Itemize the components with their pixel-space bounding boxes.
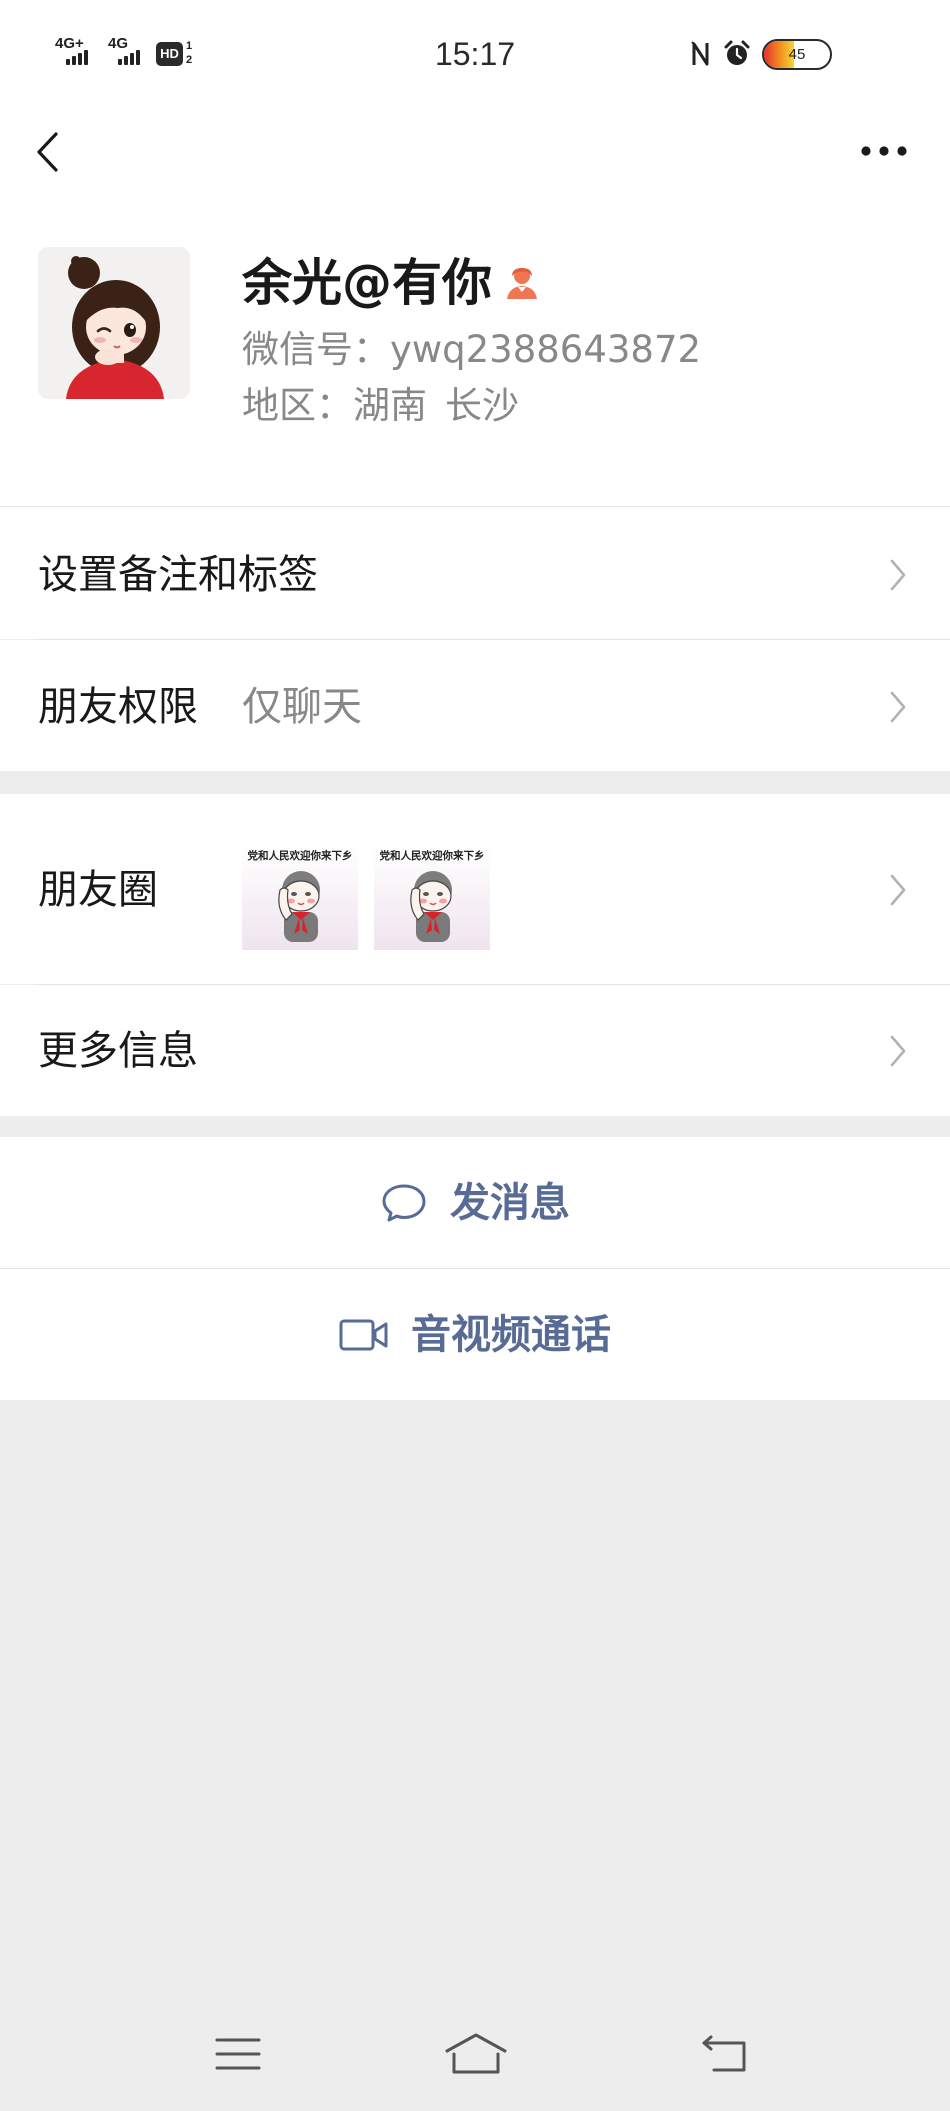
moments-thumbnail[interactable]: 党和人民欢迎你来下乡 (374, 846, 490, 950)
moments-label: 朋友圈 (38, 867, 158, 913)
remark-tags-label: 设置备注和标签 (38, 552, 318, 598)
more-dots-icon[interactable] (858, 144, 910, 158)
sticker-image: 党和人民欢迎你来下乡 (242, 846, 358, 950)
chevron-right-icon (890, 559, 906, 591)
region-province: 湖南 (353, 384, 427, 427)
status-bar: 4G+ 4G HD 1 2 15:17 45 (0, 0, 950, 108)
battery-indicator: 45 (762, 39, 832, 70)
wechat-id-label: 微信号： (242, 328, 390, 371)
chevron-right-icon (890, 874, 906, 906)
home-icon[interactable] (444, 2032, 508, 2076)
sticker-image: 党和人民欢迎你来下乡 (374, 846, 490, 950)
thumbnail-caption: 党和人民欢迎你来下乡 (380, 849, 485, 862)
wechat-id-value: ywq2388643872 (390, 328, 702, 371)
send-message-button[interactable]: 发消息 (0, 1137, 950, 1268)
region-line: 地区：湖南 长沙 (242, 383, 519, 429)
more-info-label: 更多信息 (38, 1028, 198, 1074)
region-label: 地区： (242, 384, 353, 427)
return-icon[interactable] (700, 2034, 750, 2074)
friend-permission-value: 仅聊天 (242, 684, 362, 730)
moments-row[interactable]: 朋友圈 党和人民欢迎你来下乡 党和人民欢迎你来下乡 (0, 794, 950, 984)
profile-header-area: 4G+ 4G HD 1 2 15:17 45 余光@有你 微信号：ywq2388… (0, 0, 950, 506)
nfc-icon (691, 41, 709, 66)
thumbnail-caption: 党和人民欢迎你来下乡 (248, 849, 353, 862)
chat-bubble-icon (382, 1184, 426, 1221)
friend-permission-label: 朋友权限 (38, 684, 198, 730)
video-call-label: 音视频通话 (411, 1311, 611, 1358)
chevron-right-icon (890, 691, 906, 723)
menu-icon[interactable] (214, 2036, 262, 2072)
remark-tags-row[interactable]: 设置备注和标签 (0, 507, 950, 639)
avatar[interactable] (38, 247, 190, 399)
alarm-clock-icon (724, 40, 750, 65)
name-line: 余光@有你 (242, 252, 540, 314)
chevron-left-icon[interactable] (34, 131, 60, 173)
moments-thumbnail[interactable]: 党和人民欢迎你来下乡 (242, 846, 358, 950)
more-info-row[interactable]: 更多信息 (0, 985, 950, 1116)
send-message-label: 发消息 (450, 1179, 570, 1226)
video-camera-icon (339, 1319, 388, 1350)
friend-permission-row[interactable]: 朋友权限 仅聊天 (0, 640, 950, 771)
display-name: 余光@有你 (242, 254, 492, 312)
battery-percent: 45 (788, 46, 806, 63)
region-city: 长沙 (445, 384, 519, 427)
wechat-id-line: 微信号：ywq2388643872 (242, 327, 701, 373)
video-call-button[interactable]: 音视频通话 (0, 1269, 950, 1400)
female-icon (507, 268, 537, 299)
chevron-right-icon (890, 1035, 906, 1067)
avatar-image (38, 247, 190, 399)
